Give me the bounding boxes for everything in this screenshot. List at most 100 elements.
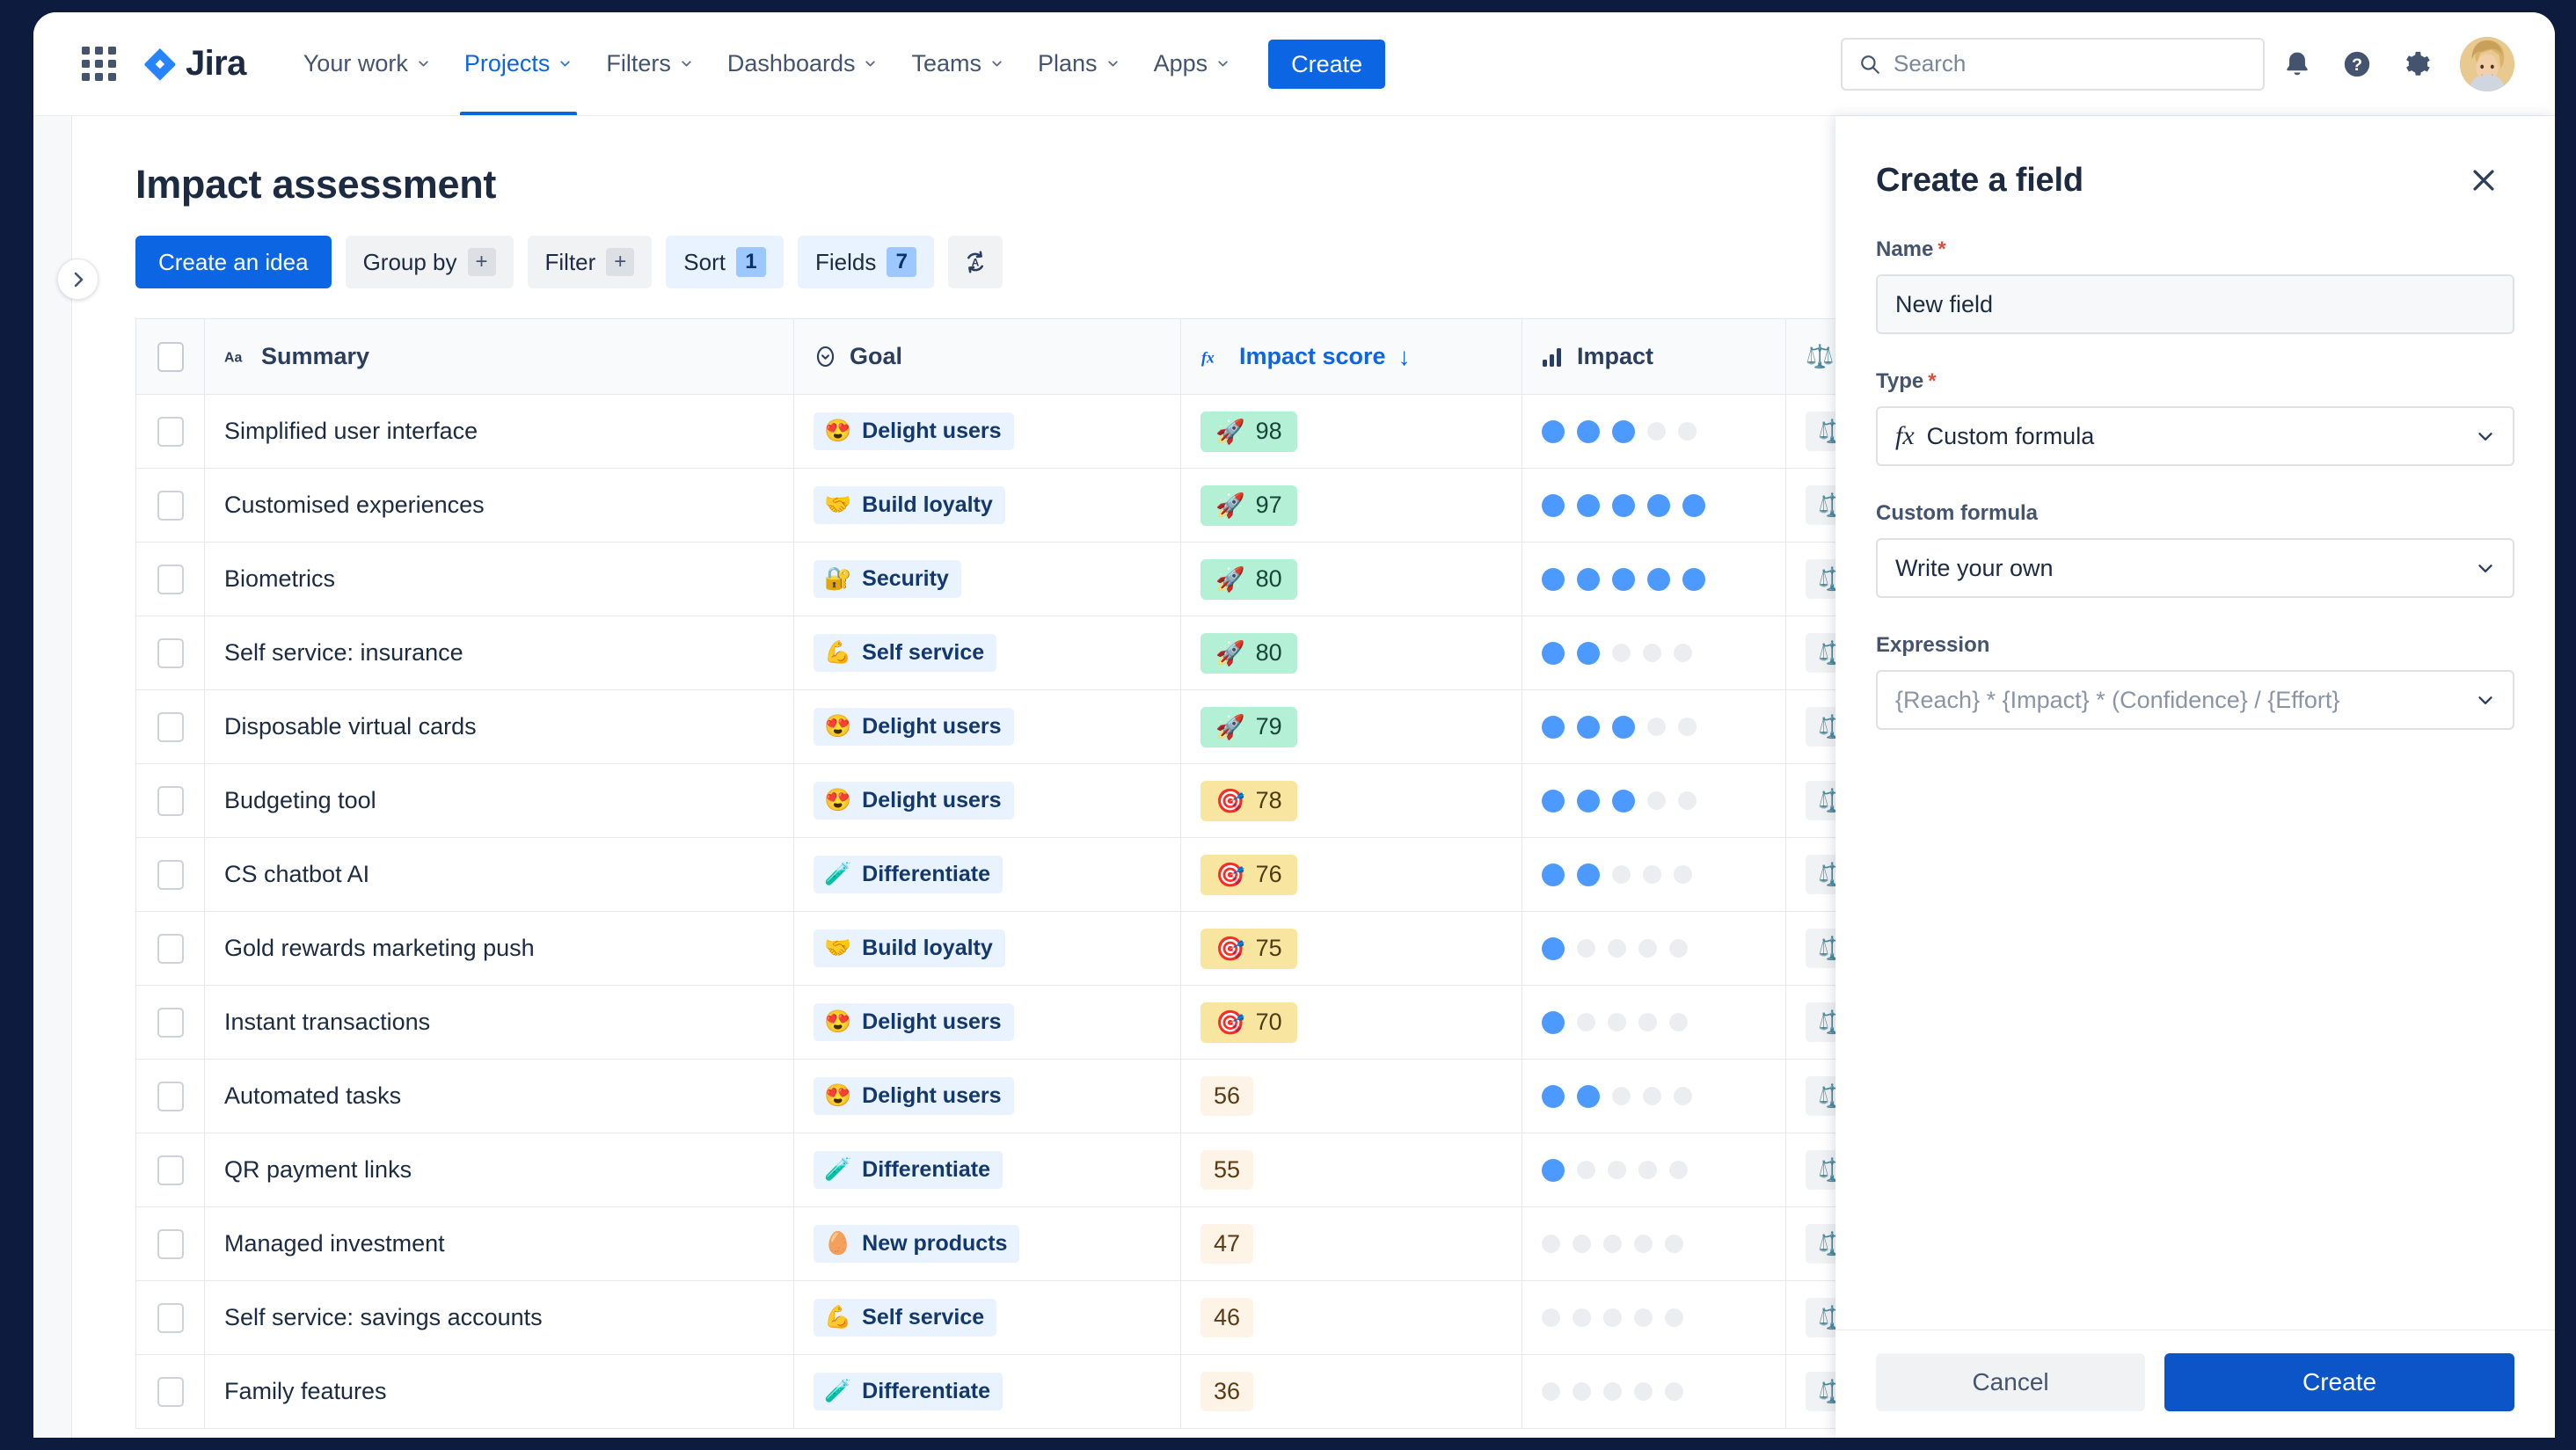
impact-rating[interactable] <box>1542 1382 1766 1401</box>
row-checkbox[interactable] <box>157 638 184 668</box>
jira-logo[interactable]: Jira <box>142 44 246 84</box>
type-select[interactable]: fx Custom formula <box>1876 406 2514 466</box>
impact-dot <box>1603 1382 1622 1401</box>
goal-lozenge[interactable]: 🧪 Differentiate <box>814 1151 1003 1189</box>
filter-button[interactable]: Filter + <box>527 236 653 288</box>
row-checkbox[interactable] <box>157 490 184 521</box>
goal-lozenge[interactable]: 🔐 Security <box>814 560 961 598</box>
table-row[interactable]: QR payment links 🧪 Differentiate 55 ⚖️ 3 <box>135 1133 2050 1207</box>
name-input[interactable]: New field <box>1876 274 2514 334</box>
impact-rating[interactable] <box>1542 1010 1766 1034</box>
table-row[interactable]: Disposable virtual cards 😍 Delight users… <box>135 689 2050 764</box>
expand-sidebar-button[interactable] <box>57 259 99 300</box>
table-row[interactable]: CS chatbot AI 🧪 Differentiate 🎯76 ⚖️ 5 <box>135 837 2050 912</box>
avatar[interactable] <box>2460 36 2514 91</box>
impact-cell <box>1522 468 1786 543</box>
row-select-cell <box>135 689 205 764</box>
group-by-button[interactable]: Group by + <box>345 236 514 288</box>
table-row[interactable]: Managed investment 🥚 New products 47 ⚖️ … <box>135 1206 2050 1281</box>
row-checkbox[interactable] <box>157 1155 184 1185</box>
row-checkbox[interactable] <box>157 711 184 742</box>
row-checkbox[interactable] <box>157 933 184 964</box>
row-checkbox[interactable] <box>157 1302 184 1333</box>
table-row[interactable]: Automated tasks 😍 Delight users 56 ⚖️ 6 <box>135 1059 2050 1133</box>
impact-dot <box>1682 567 1705 591</box>
table-row[interactable]: Self service: savings accounts 💪 Self se… <box>135 1280 2050 1355</box>
search-input[interactable]: Search <box>1841 37 2265 91</box>
impact-dot <box>1577 493 1600 517</box>
goal-lozenge[interactable]: 😍 Delight users <box>814 1077 1014 1115</box>
impact-dot <box>1647 791 1666 810</box>
select-all-checkbox[interactable] <box>157 341 184 372</box>
row-checkbox[interactable] <box>157 564 184 594</box>
row-checkbox[interactable] <box>157 1081 184 1111</box>
create-button[interactable]: Create <box>1268 39 1386 89</box>
row-checkbox[interactable] <box>157 1228 184 1259</box>
goal-lozenge[interactable]: 🤝 Build loyalty <box>814 929 1005 967</box>
goal-lozenge[interactable]: 😍 Delight users <box>814 412 1014 450</box>
impact-rating[interactable] <box>1542 789 1766 812</box>
goal-lozenge[interactable]: 🤝 Build loyalty <box>814 486 1005 524</box>
goal-lozenge[interactable]: 🥚 New products <box>814 1225 1020 1263</box>
nav-item-your-work[interactable]: Your work <box>287 12 448 115</box>
table-row[interactable]: Self service: insurance 💪 Self service 🚀… <box>135 616 2050 690</box>
impact-rating[interactable] <box>1542 1084 1766 1108</box>
impact-rating[interactable] <box>1542 936 1766 960</box>
goal-lozenge[interactable]: 😍 Delight users <box>814 1003 1014 1041</box>
grid-apps-icon[interactable] <box>76 41 121 87</box>
cancel-button[interactable]: Cancel <box>1876 1353 2146 1411</box>
impact-rating[interactable] <box>1542 641 1766 665</box>
column-header-impact-score[interactable]: fx Impact score ↓ <box>1180 318 1522 395</box>
nav-item-teams[interactable]: Teams <box>894 12 1021 115</box>
impact-rating[interactable] <box>1542 1158 1766 1182</box>
filter-add-badge: + <box>606 248 635 276</box>
expression-select[interactable]: {Reach} * {Impact} * (Confidence} / {Eff… <box>1876 670 2514 730</box>
fields-button[interactable]: Fields 7 <box>797 236 935 288</box>
goal-lozenge[interactable]: 🧪 Differentiate <box>814 1373 1003 1410</box>
impact-rating[interactable] <box>1542 715 1766 739</box>
impact-rating[interactable] <box>1542 493 1766 517</box>
goal-lozenge[interactable]: 😍 Delight users <box>814 782 1014 820</box>
impact-rating[interactable] <box>1542 567 1766 591</box>
auto-refresh-button[interactable]: A <box>948 236 1003 288</box>
notifications-icon[interactable] <box>2270 37 2324 91</box>
table-row[interactable]: Biometrics 🔐 Security 🚀80 ⚖️ 7 <box>135 542 2050 616</box>
nav-item-dashboards[interactable]: Dashboards <box>711 12 895 115</box>
row-checkbox[interactable] <box>157 1007 184 1038</box>
row-checkbox[interactable] <box>157 785 184 816</box>
nav-item-apps[interactable]: Apps <box>1137 12 1248 115</box>
create-an-idea-button[interactable]: Create an idea <box>135 236 332 288</box>
column-header-impact[interactable]: Impact <box>1522 318 1786 395</box>
nav-item-projects[interactable]: Projects <box>448 12 590 115</box>
search-icon <box>1861 55 1879 74</box>
create-field-button[interactable]: Create <box>2164 1353 2514 1411</box>
close-icon[interactable] <box>2462 158 2506 202</box>
help-icon[interactable]: ? <box>2330 37 2384 91</box>
impact-rating[interactable] <box>1542 1308 1766 1327</box>
table-row[interactable]: Family features 🧪 Differentiate 36 ⚖️ 3 <box>135 1354 2050 1429</box>
table-row[interactable]: Simplified user interface 😍 Delight user… <box>135 394 2050 469</box>
custom-formula-select[interactable]: Write your own <box>1876 538 2514 598</box>
table-row[interactable]: Gold rewards marketing push 🤝 Build loya… <box>135 911 2050 986</box>
table-row[interactable]: Customised experiences 🤝 Build loyalty 🚀… <box>135 468 2050 543</box>
goal-lozenge[interactable]: 🧪 Differentiate <box>814 856 1003 893</box>
impact-rating[interactable] <box>1542 1235 1766 1253</box>
table-row[interactable]: Instant transactions 😍 Delight users 🎯 70… <box>135 985 2050 1060</box>
impact-rating[interactable] <box>1542 863 1766 886</box>
nav-item-filters[interactable]: Filters <box>589 12 711 115</box>
nav-item-plans[interactable]: Plans <box>1021 12 1137 115</box>
impact-rating[interactable] <box>1542 419 1766 443</box>
goal-lozenge[interactable]: 💪 Self service <box>814 634 997 672</box>
goal-lozenge[interactable]: 😍 Delight users <box>814 708 1014 746</box>
impact-score-cell: 🎯 76 <box>1180 837 1522 912</box>
sort-button[interactable]: Sort 1 <box>666 236 784 288</box>
goal-lozenge[interactable]: 💪 Self service <box>814 1299 997 1337</box>
column-header-goal[interactable]: Goal <box>793 318 1181 395</box>
row-checkbox[interactable] <box>157 859 184 890</box>
table-row[interactable]: Budgeting tool 😍 Delight users 🎯78 ⚖️ 5 <box>135 763 2050 838</box>
row-checkbox[interactable] <box>157 416 184 447</box>
settings-icon[interactable] <box>2390 37 2444 91</box>
score-emoji: 🚀 <box>1215 565 1245 593</box>
column-header-summary[interactable]: Aa Summary <box>204 318 794 395</box>
row-checkbox[interactable] <box>157 1376 184 1407</box>
